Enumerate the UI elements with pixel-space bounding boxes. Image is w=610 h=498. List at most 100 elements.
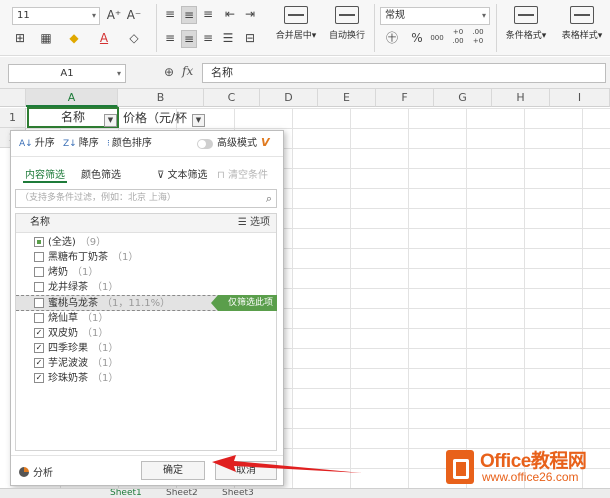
indent-increase-icon[interactable]: ⇥	[242, 6, 258, 22]
column-header-i[interactable]: I	[550, 89, 610, 107]
fx-icon[interactable]: fx	[182, 64, 193, 78]
align-middle-icon[interactable]: ≡	[181, 6, 197, 24]
align-left-icon[interactable]: ≡	[162, 30, 178, 46]
checkbox-checked[interactable]: ✓	[34, 328, 44, 338]
vip-badge-icon: V	[261, 136, 270, 149]
checkbox-checked[interactable]: ✓	[34, 358, 44, 368]
checkbox-unchecked[interactable]	[34, 252, 44, 262]
tab-color-filter[interactable]: 颜色筛选	[81, 166, 121, 181]
list-item[interactable]: ✓ 四季珍果 （1）	[16, 341, 276, 356]
distribute-icon[interactable]: ⊟	[240, 30, 260, 46]
sheet-tab-1[interactable]: Sheet1	[110, 489, 142, 498]
align-center-icon[interactable]: ≡	[181, 30, 197, 48]
column-header-c[interactable]: C	[204, 89, 260, 107]
formula-input[interactable]: 名称	[202, 63, 606, 83]
checkbox-unchecked[interactable]	[34, 267, 44, 277]
cell-ref-value: A1	[60, 68, 74, 79]
office-logo-icon	[446, 450, 474, 484]
list-item-hovered[interactable]: 蜜桃乌龙茶 （1，11.1%） 仅筛选此项	[16, 295, 277, 311]
name-box[interactable]: A1 ▾	[8, 64, 126, 83]
list-item[interactable]: 烧仙草 （1）	[16, 311, 276, 326]
decimal-increase-button[interactable]: +0 .00	[450, 28, 466, 46]
merge-center-button[interactable]: 合并居中▾	[270, 6, 322, 41]
filter-search-input[interactable]: （支持多条件过滤，例如：北京 上海） ⌕	[15, 189, 277, 208]
only-filter-this-button[interactable]: 仅筛选此项	[210, 295, 277, 311]
ribbon-divider	[374, 4, 375, 52]
select-all-corner[interactable]	[0, 89, 26, 107]
list-header-name: 名称	[30, 217, 50, 228]
column-header-h[interactable]: H	[492, 89, 550, 107]
conditional-format-button[interactable]: 条件格式▾	[500, 6, 552, 41]
font-decrease-button[interactable]: A⁻	[126, 7, 142, 23]
checkbox-unchecked[interactable]	[34, 313, 44, 323]
menu-icon: ☰	[237, 217, 247, 228]
sheet-tab-3[interactable]: Sheet3	[222, 489, 254, 498]
filter-panel-footer: 分析 确定 取消	[11, 455, 283, 485]
border-icon[interactable]: ⊞	[12, 30, 28, 46]
checkbox-partial[interactable]	[34, 237, 44, 247]
eraser-icon[interactable]: ◇	[126, 30, 142, 46]
list-item[interactable]: ✓ 珍珠奶茶 （1）	[16, 371, 276, 386]
percent-button[interactable]: %	[410, 30, 424, 46]
sort-desc-button[interactable]: Z↓ 降序	[63, 137, 99, 151]
filter-panel: A↓ 升序 Z↓ 降序 ⁝ 颜色排序 高级模式 V 内容筛选 颜色筛选 ⊽ 文本筛选 …	[10, 130, 284, 486]
clear-condition-button[interactable]: ⊓ 清空条件	[217, 166, 268, 181]
list-options-button[interactable]: ☰ 选项	[238, 214, 270, 232]
align-bottom-icon[interactable]: ≡	[200, 6, 216, 22]
color-sort-button[interactable]: ⁝ 颜色排序	[107, 137, 152, 151]
font-size-select[interactable]: 11 ▾	[12, 7, 100, 25]
checkbox-checked[interactable]: ✓	[34, 373, 44, 383]
tab-content-filter[interactable]: 内容筛选	[23, 166, 67, 183]
checkbox-unchecked[interactable]	[34, 298, 44, 308]
column-header-f[interactable]: F	[376, 89, 434, 107]
list-item[interactable]: 龙井绿茶 （1）	[16, 280, 276, 295]
list-item[interactable]: ✓ 芋泥波波 （1）	[16, 356, 276, 371]
font-size-value: 11	[17, 10, 30, 21]
number-format-select[interactable]: 常规 ▾	[380, 7, 490, 25]
list-item[interactable]: 黑糖布丁奶茶 （1）	[16, 250, 276, 265]
table-style-button[interactable]: 表格样式▾	[554, 6, 610, 41]
thousands-button[interactable]: 000	[428, 30, 446, 46]
row-header-1[interactable]: 1	[0, 108, 26, 128]
checkbox-checked[interactable]: ✓	[34, 343, 44, 353]
filter-dropdown-button-b[interactable]: ▼	[192, 114, 205, 127]
text-filter-button[interactable]: ⊽ 文本筛选	[157, 166, 208, 181]
font-increase-button[interactable]: A⁺	[106, 7, 122, 23]
justify-icon[interactable]: ☰	[220, 30, 236, 46]
analysis-button[interactable]: 分析	[19, 464, 53, 479]
chevron-down-icon: ▾	[91, 11, 96, 20]
column-header-e[interactable]: E	[318, 89, 376, 107]
advanced-mode-label: 高级模式	[217, 138, 257, 149]
list-item[interactable]: ✓ 双皮奶 （1）	[16, 326, 276, 341]
merge-icon	[284, 6, 308, 24]
cell-style-icon[interactable]: ▦	[38, 30, 54, 46]
filter-funnel-icon: ⊽	[157, 170, 165, 181]
sort-asc-button[interactable]: A↓ 升序	[19, 137, 55, 151]
decimal-decrease-button[interactable]: .00 +0	[470, 28, 486, 46]
advanced-mode-toggle[interactable]	[197, 139, 213, 149]
search-icon[interactable]: ⌕	[266, 190, 272, 207]
zoom-formula-icon[interactable]: ⊕	[164, 65, 174, 79]
column-header-a[interactable]: A	[26, 89, 118, 107]
sheet-tab-2[interactable]: Sheet2	[166, 489, 198, 498]
watermark-url: www.office26.com	[482, 470, 579, 484]
checkbox-unchecked[interactable]	[34, 282, 44, 292]
align-right-icon[interactable]: ≡	[200, 30, 216, 46]
filter-dropdown-button-a[interactable]: ▼	[104, 114, 117, 127]
fill-color-icon[interactable]: ◆	[66, 30, 82, 46]
list-item[interactable]: 烤奶 （1）	[16, 265, 276, 280]
list-item[interactable]: (全选) （9）	[16, 235, 276, 250]
cancel-button[interactable]: 取消	[215, 461, 277, 480]
ribbon-divider	[156, 4, 157, 52]
column-header-b[interactable]: B	[118, 89, 204, 107]
align-top-icon[interactable]: ≡	[162, 6, 178, 22]
auto-wrap-button[interactable]: 自动换行	[324, 6, 370, 41]
column-header-g[interactable]: G	[434, 89, 492, 107]
column-header-d[interactable]: D	[260, 89, 318, 107]
table-style-icon	[570, 6, 594, 24]
ok-button[interactable]: 确定	[141, 461, 205, 480]
currency-icon[interactable]: ㊉	[382, 30, 402, 46]
font-color-button[interactable]: A	[96, 30, 112, 46]
formula-bar: A1 ▾ ⊕ fx 名称	[0, 57, 610, 89]
indent-decrease-icon[interactable]: ⇤	[222, 6, 238, 22]
